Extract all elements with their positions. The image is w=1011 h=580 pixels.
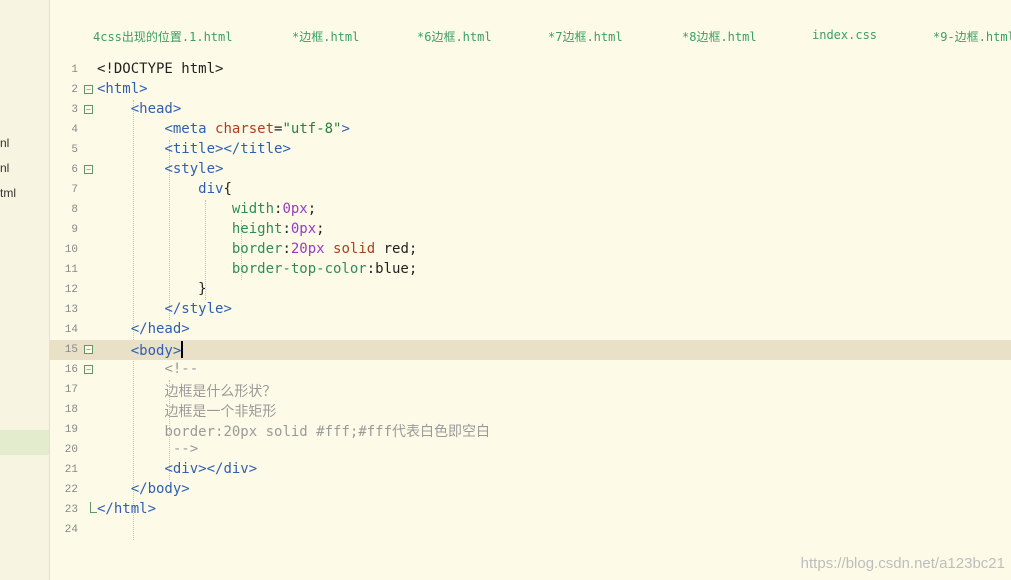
line-number: 21 [64, 464, 78, 476]
line-number: 1 [71, 64, 78, 76]
line-number: 2 [71, 84, 78, 96]
code-text: border:20px solid red; [231, 241, 418, 257]
code-text: <title></title> [164, 141, 291, 157]
code-text: <style> [164, 161, 224, 177]
code-text: </html> [97, 501, 157, 517]
line-number: 24 [64, 524, 78, 536]
code-text: border-top-color:blue; [231, 261, 418, 277]
line-number: 7 [71, 184, 78, 196]
file-sidebar: nl nl tml [0, 0, 50, 580]
code-text: <html> [97, 81, 148, 97]
code-text: 边框是一个非矩形 [164, 404, 277, 420]
line-number: 10 [64, 244, 78, 256]
code-text: <head> [130, 101, 182, 117]
line-number: 11 [64, 264, 78, 276]
code-line[interactable]: 18 边框是一个非矩形 [50, 400, 1011, 420]
code-editor[interactable]: 1 <!DOCTYPE html> 2− <html> 3− <head> 4 <meta… [50, 60, 1011, 580]
editor-tab[interactable]: index.css [812, 28, 877, 42]
line-number: 15 [64, 344, 78, 356]
code-line[interactable]: 21 <div></div> [50, 460, 1011, 480]
line-number: 23 [64, 504, 78, 516]
editor-tab[interactable]: *8边框.html [682, 28, 757, 45]
fold-end-icon [90, 502, 97, 513]
code-line[interactable]: 19 border:20px solid #fff;#fff代表白色即空白 [50, 420, 1011, 440]
line-number: 16 [64, 364, 78, 376]
sidebar-file-item[interactable]: nl [0, 161, 9, 175]
line-number: 13 [64, 304, 78, 316]
code-line[interactable]: 12 } [50, 280, 1011, 300]
fold-toggle-icon[interactable]: − [84, 165, 93, 174]
line-number: 18 [64, 404, 78, 416]
code-text: width:0px; [231, 201, 317, 217]
code-line[interactable]: 4 <meta charset="utf-8"> [50, 120, 1011, 140]
line-number: 8 [71, 204, 78, 216]
code-line[interactable]: 2− <html> [50, 80, 1011, 100]
code-line[interactable]: 13 </style> [50, 300, 1011, 320]
sidebar-file-item[interactable]: tml [0, 186, 16, 200]
code-line[interactable]: 5 <title></title> [50, 140, 1011, 160]
code-line[interactable]: 17 边框是什么形状？ [50, 380, 1011, 400]
code-text: <!-- [164, 361, 199, 377]
code-text: <meta charset="utf-8"> [164, 121, 350, 137]
code-text: 边框是什么形状？ [164, 384, 277, 400]
code-text: </head> [130, 321, 190, 337]
code-line[interactable]: 15− <body> [50, 340, 1011, 360]
code-text: </body> [130, 481, 190, 497]
code-line[interactable]: 1 <!DOCTYPE html> [50, 60, 1011, 80]
code-line[interactable]: 24 [50, 520, 1011, 540]
editor-tab[interactable]: 4css出现的位置.1.html [93, 28, 232, 45]
code-text: height:0px; [231, 221, 325, 237]
code-line[interactable]: 10 border:20px solid red; [50, 240, 1011, 260]
line-number: 6 [71, 164, 78, 176]
code-text: border:20px solid #fff;#fff代表白色即空白 [164, 424, 491, 440]
editor-tab[interactable]: *7边框.html [548, 28, 623, 45]
line-number: 17 [64, 384, 78, 396]
line-number: 4 [71, 124, 78, 136]
line-number: 19 [64, 424, 78, 436]
fold-toggle-icon[interactable]: − [84, 85, 93, 94]
line-number: 9 [71, 224, 78, 236]
code-line[interactable]: 23 </html> [50, 500, 1011, 520]
code-line[interactable]: 8 width:0px; [50, 200, 1011, 220]
editor-tab[interactable]: *6边框.html [417, 28, 492, 45]
line-number: 12 [64, 284, 78, 296]
fold-toggle-icon[interactable]: − [84, 345, 93, 354]
code-text: div{ [198, 181, 232, 197]
line-number: 5 [71, 144, 78, 156]
code-line[interactable]: 14 </head> [50, 320, 1011, 340]
line-number: 22 [64, 484, 78, 496]
code-line[interactable]: 7 div{ [50, 180, 1011, 200]
code-text: --> [172, 441, 199, 457]
sidebar-file-item[interactable]: nl [0, 136, 9, 150]
code-text: <!DOCTYPE html> [97, 61, 224, 77]
tab-bar: 4css出现的位置.1.html *边框.html *6边框.html *7边框.ht… [50, 0, 1011, 60]
fold-toggle-icon[interactable]: − [84, 105, 93, 114]
sidebar-active-item[interactable] [0, 430, 49, 455]
editor-tab[interactable]: *边框.html [292, 28, 359, 45]
code-text: <div></div> [164, 461, 258, 477]
fold-toggle-icon[interactable]: − [84, 365, 93, 374]
code-line[interactable]: 3− <head> [50, 100, 1011, 120]
code-line[interactable]: 20 --> [50, 440, 1011, 460]
code-text: </style> [164, 301, 232, 317]
code-line[interactable]: 22 </body> [50, 480, 1011, 500]
line-number: 3 [71, 104, 78, 116]
line-number: 20 [64, 444, 78, 456]
code-line[interactable]: 6− <style> [50, 160, 1011, 180]
editor-tab[interactable]: *9-边框.html [933, 28, 1011, 45]
code-line[interactable]: 16− <!-- [50, 360, 1011, 380]
code-text: <body> [130, 341, 184, 359]
line-number: 14 [64, 324, 78, 336]
watermark: https://blog.csdn.net/a123bc21 [800, 555, 1005, 572]
code-line[interactable]: 9 height:0px; [50, 220, 1011, 240]
code-line[interactable]: 11 border-top-color:blue; [50, 260, 1011, 280]
code-text: } [97, 281, 207, 297]
